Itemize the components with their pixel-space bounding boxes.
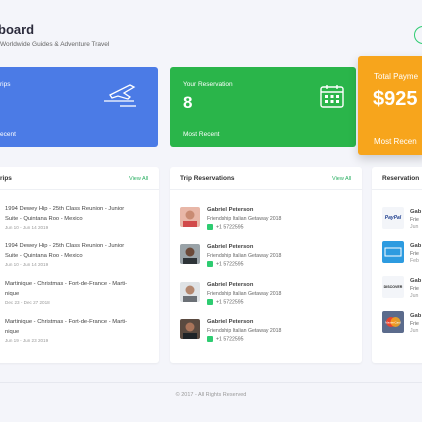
payer-name: Gab	[410, 313, 422, 319]
trip-title: Martinique - Christmas - Fort-de-France …	[5, 281, 128, 287]
payer-event: Frie	[410, 286, 419, 292]
payer-date: Feb	[410, 258, 419, 264]
phone-icon	[207, 299, 213, 305]
trip-item[interactable]: Martinique - Christmas - Fort-de-France …	[5, 317, 155, 343]
payer-name: Gab	[410, 209, 422, 215]
reservation-item[interactable]: Gabriel Peterson Friendship Italian Geta…	[180, 282, 350, 312]
event-name: Friendship Italian Getaway 2018	[207, 253, 282, 259]
stat-footer: Most Recen	[374, 137, 417, 146]
divider	[0, 189, 159, 190]
phone-row: +1 5722595	[207, 336, 244, 342]
stat-card-payment[interactable]: Total Payme $925 Most Recen	[358, 56, 422, 155]
stat-card-reservation[interactable]: Your Reservation 8 Most Recent	[170, 67, 356, 147]
payer-date: Jun	[410, 224, 419, 230]
phone-icon	[207, 224, 213, 230]
trip-title: Martinique - Christmas - Fort-de-France …	[5, 319, 128, 325]
footer-divider	[0, 382, 422, 383]
phone-number: +1 5722595	[216, 224, 244, 231]
phone-row: +1 5722595	[207, 224, 244, 230]
person-name: Gabriel Peterson	[207, 207, 254, 213]
view-all-link[interactable]: View All	[332, 176, 351, 182]
event-name: Friendship Italian Getaway 2018	[207, 291, 282, 297]
payer-name: Gab	[410, 278, 422, 284]
avatar	[180, 244, 200, 264]
trip-date: Jun 10 - Jun 14 2019	[5, 262, 49, 267]
page-title: board	[0, 22, 35, 37]
payment-item[interactable]: MasterCard Gab Frie Jun	[382, 311, 422, 335]
calendar-icon	[320, 85, 344, 108]
card-title: rips	[0, 175, 12, 182]
stat-footer: Most Recent	[183, 131, 220, 138]
divider	[372, 189, 422, 190]
avatar	[180, 207, 200, 227]
mastercard-logo-icon: MasterCard	[382, 311, 404, 333]
trip-title: 1994 Dewey Hip - 25th Class Reunion - Ju…	[5, 206, 125, 212]
person-name: Gabriel Peterson	[207, 282, 254, 288]
payer-event: Frie	[410, 251, 419, 257]
stat-label: Total Payme	[374, 72, 419, 81]
person-name: Gabriel Peterson	[207, 244, 254, 250]
stat-value: 8	[183, 93, 193, 112]
trips-card: rips View All 1994 Dewey Hip - 25th Clas…	[0, 167, 159, 363]
avatar	[180, 319, 200, 339]
phone-number: +1 5722595	[216, 336, 244, 343]
payer-event: Frie	[410, 321, 419, 327]
trip-item[interactable]: Martinique - Christmas - Fort-de-France …	[5, 279, 155, 305]
phone-number: +1 5722595	[216, 261, 244, 268]
event-name: Friendship Italian Getaway 2018	[207, 328, 282, 334]
paypal-logo-icon: PayPal	[382, 207, 404, 229]
discover-logo-icon: DISCOVER	[382, 276, 404, 298]
copyright: © 2017 - All Rights Reserved	[175, 392, 247, 398]
trip-title: 1994 Dewey Hip - 25th Class Reunion - Ju…	[5, 243, 125, 249]
payment-reservations-card: Reservation PayPal Gab Frie Jun Gab Frie…	[372, 167, 422, 363]
header-action-button[interactable]	[414, 26, 422, 44]
trip-date: Dec 23 - Dec 27 2018	[5, 300, 50, 305]
airplane-icon	[104, 84, 136, 107]
reservation-item[interactable]: Gabriel Peterson Friendship Italian Geta…	[180, 207, 350, 237]
card-title: Trip Reservations	[180, 175, 235, 182]
stat-footer: ecent	[0, 131, 16, 138]
phone-row: +1 5722595	[207, 299, 244, 305]
payment-item[interactable]: DISCOVER Gab Frie Jun	[382, 276, 422, 300]
stat-label: rips	[0, 81, 11, 88]
payer-event: Frie	[410, 217, 419, 223]
trip-date: Jun 10 - Jun 14 2019	[5, 225, 49, 230]
event-name: Friendship Italian Getaway 2018	[207, 216, 282, 222]
trip-title-cont: nique	[5, 329, 20, 335]
mastercard-text: MasterCard	[385, 321, 401, 325]
view-all-link[interactable]: View All	[129, 176, 148, 182]
reservation-item[interactable]: Gabriel Peterson Friendship Italian Geta…	[180, 244, 350, 274]
amex-logo-icon	[382, 241, 404, 263]
payment-item[interactable]: PayPal Gab Frie Jun	[382, 207, 422, 231]
reservation-item[interactable]: Gabriel Peterson Friendship Italian Geta…	[180, 319, 350, 349]
phone-number: +1 5722595	[216, 299, 244, 306]
phone-icon	[207, 336, 213, 342]
trip-title-cont: nique	[5, 291, 20, 297]
phone-row: +1 5722595	[207, 261, 244, 267]
trip-title-cont: Suite - Quintana Roo - Mexico	[5, 253, 83, 259]
trip-reservations-card: Trip Reservations View All Gabriel Peter…	[170, 167, 362, 363]
payer-date: Jun	[410, 328, 419, 334]
trip-item[interactable]: 1994 Dewey Hip - 25th Class Reunion - Ju…	[5, 241, 155, 267]
stat-label: Your Reservation	[183, 81, 233, 88]
trip-item[interactable]: 1994 Dewey Hip - 25th Class Reunion - Ju…	[5, 204, 155, 230]
trip-date: Jun 19 - Jun 23 2019	[5, 338, 49, 343]
divider	[170, 189, 362, 190]
stat-value: $925	[373, 88, 418, 110]
stat-card-trips[interactable]: rips ecent	[0, 67, 158, 147]
phone-icon	[207, 261, 213, 267]
payer-date: Jun	[410, 293, 419, 299]
page-subtitle: Worldwide Guides & Adventure Travel	[0, 41, 110, 48]
avatar	[180, 282, 200, 302]
person-name: Gabriel Peterson	[207, 319, 254, 325]
card-title: Reservation	[382, 175, 420, 182]
payer-name: Gab	[410, 243, 422, 249]
trip-title-cont: Suite - Quintana Roo - Mexico	[5, 216, 83, 222]
payment-item[interactable]: Gab Frie Feb	[382, 241, 422, 265]
